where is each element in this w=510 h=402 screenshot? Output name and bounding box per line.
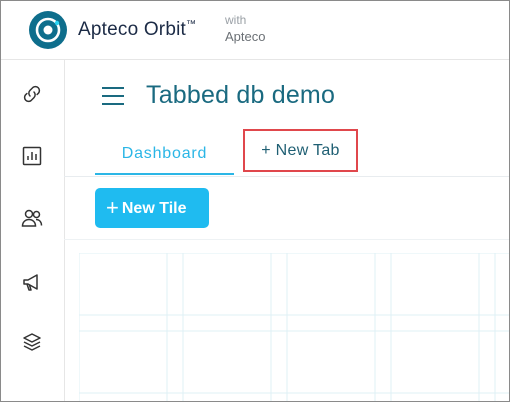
app-header: Apteco Orbit™ with Apteco xyxy=(1,1,509,60)
brand-name: Apteco Orbit™ xyxy=(78,19,196,41)
brand-name-text: Apteco Orbit xyxy=(78,19,187,40)
layers-icon[interactable] xyxy=(20,330,44,354)
people-icon[interactable] xyxy=(20,206,44,230)
new-tab-button[interactable]: + New Tab xyxy=(243,129,358,172)
dashboard-grid[interactable] xyxy=(79,253,509,401)
trademark-symbol: ™ xyxy=(186,19,197,30)
partner-name: Apteco xyxy=(225,29,266,44)
app-window: Apteco Orbit™ with Apteco Tabbed db demo… xyxy=(0,0,510,402)
active-tab-indicator xyxy=(95,173,234,175)
with-label: with xyxy=(225,13,247,27)
bar-chart-icon[interactable] xyxy=(20,144,44,168)
orbit-logo-icon[interactable] xyxy=(28,10,68,50)
new-tile-button[interactable]: + New Tile xyxy=(95,188,209,228)
page-title: Tabbed db demo xyxy=(146,81,336,109)
sidebar xyxy=(1,60,65,401)
plus-icon: + xyxy=(106,195,119,220)
tabs-divider xyxy=(64,176,509,177)
link-icon[interactable] xyxy=(20,82,44,106)
hamburger-menu-icon[interactable] xyxy=(101,85,125,107)
new-tile-label: New Tile xyxy=(121,200,187,217)
tab-dashboard[interactable]: Dashboard xyxy=(95,142,234,176)
megaphone-icon[interactable] xyxy=(20,270,44,294)
toolbar-divider xyxy=(64,239,509,240)
